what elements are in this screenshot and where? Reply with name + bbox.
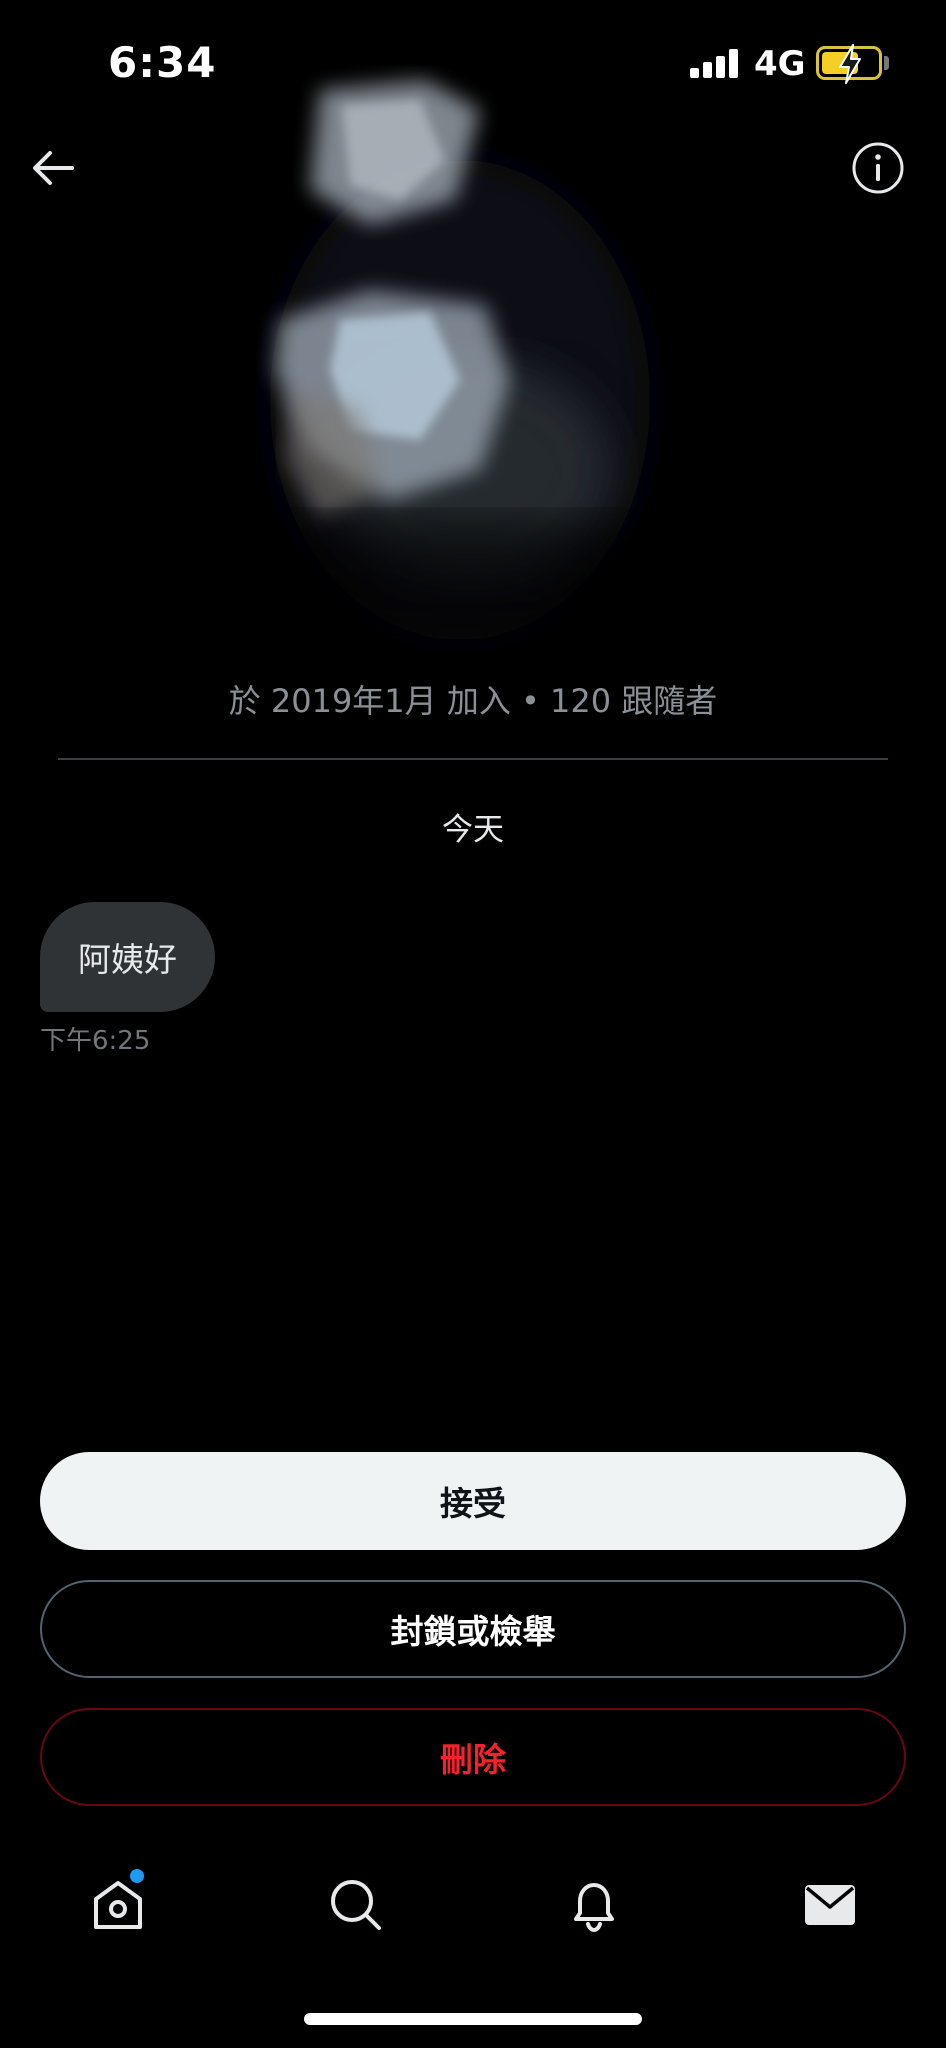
block-or-report-button[interactable]: 封鎖或檢舉 [40,1580,906,1678]
search-icon [331,1880,381,1930]
accept-button[interactable]: 接受 [40,1452,906,1550]
charging-bolt-icon [839,44,861,84]
message-timestamp: 下午6:25 [40,1026,151,1056]
tab-messages[interactable] [785,1860,875,1950]
status-time: 6:34 [108,38,217,87]
message-text: 阿姨好 [78,940,177,979]
messages-envelope-icon [805,1885,855,1925]
info-icon [852,142,904,194]
home-indicator[interactable] [304,2013,642,2025]
home-icon [94,1881,142,1929]
divider [58,758,888,760]
cellular-signal-icon [690,48,740,78]
tab-notifications[interactable] [549,1860,639,1950]
notifications-bell-icon [574,1883,614,1933]
delete-button[interactable]: 刪除 [40,1708,906,1806]
message-bubble[interactable]: 阿姨好 [40,902,215,1012]
tab-search[interactable] [311,1860,401,1950]
tab-home[interactable] [73,1860,163,1950]
back-button[interactable] [24,140,80,196]
profile-join-info: 於 2019年1月 加入 • 120 跟隨者 [228,682,718,720]
profile-cover-image [270,80,650,650]
day-separator: 今天 [442,812,504,848]
home-unread-dot [130,1869,144,1883]
battery-tip [884,56,889,70]
back-arrow-icon [33,151,74,185]
network-type: 4G [754,44,806,84]
info-button[interactable] [850,140,906,196]
